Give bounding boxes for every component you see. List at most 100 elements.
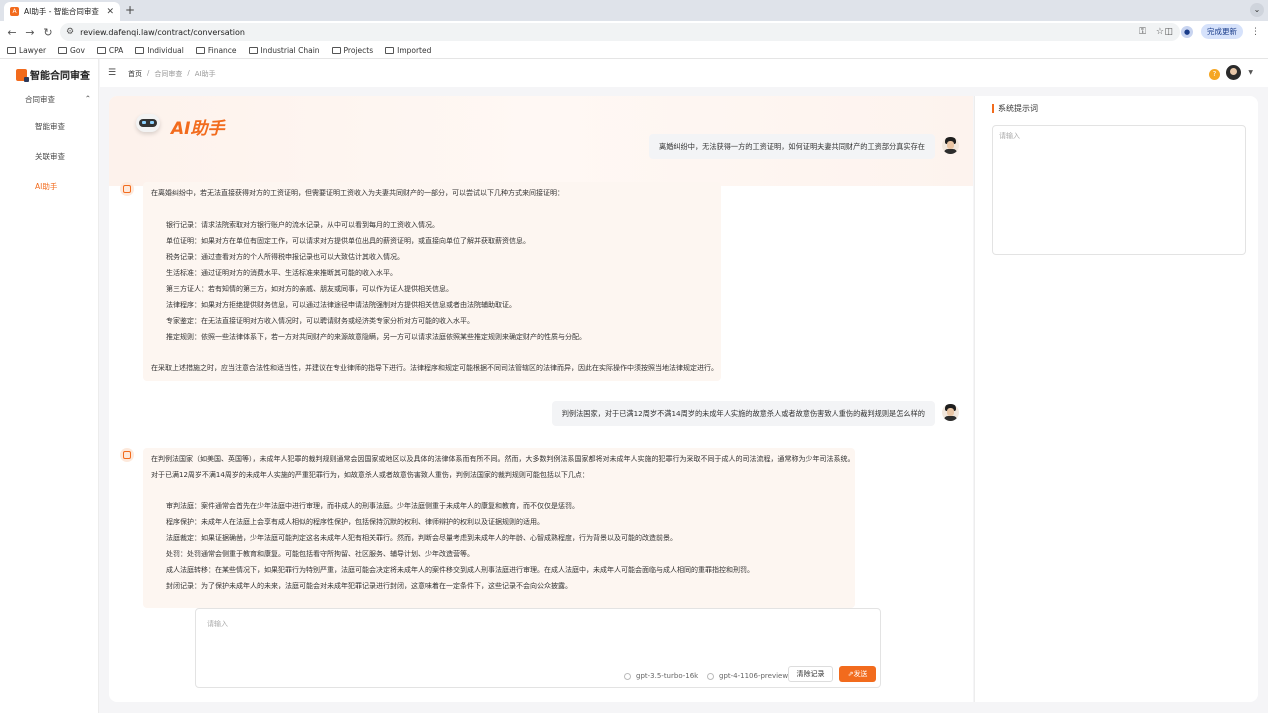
message-line: 成人法庭转移：在某些情况下，如果犯罪行为特别严重，法庭可能会决定将未成年人的案件… <box>166 566 754 574</box>
send-button[interactable]: ⇗发送 <box>839 666 876 682</box>
profile-icon[interactable]: ● <box>1181 25 1193 38</box>
bookmarks-bar: Lawyer Gov CPA Individual Finance Indust… <box>0 43 1268 59</box>
topbar: ☰ 首页 / 合同审查 / AI助手 ? ▼ <box>100 59 1268 87</box>
model-option-gpt35[interactable]: gpt-3.5-turbo-16k <box>624 672 698 680</box>
message-line: 封闭记录：为了保护未成年人的未来，法庭可能会对未成年犯罪记录进行封闭，这意味着在… <box>166 582 572 590</box>
user-avatar-icon <box>942 404 959 421</box>
message-line: 银行记录：请求法院索取对方银行账户的流水记录，从中可以看到每月的工资收入情况。 <box>166 221 439 229</box>
message-line: 生活标准：通过证明对方的消费水平、生活标准来推断其可能的收入水平。 <box>166 269 397 277</box>
message-line: 处罚：处罚通常会侧重于教育和康复。可能包括看守所拘留、社区服务、辅导计划、少年改… <box>166 550 474 558</box>
message-line: 在离婚纠纷中，若无法直接获得对方的工资证明，但需要证明工资收入为夫妻共同财产的一… <box>151 189 564 197</box>
model-option-label: gpt-4-1106-preview <box>719 672 789 680</box>
help-icon[interactable]: ? <box>1209 69 1220 80</box>
sidebar: 智能合同审查 合同审查 ⌃ 智能审查 关联审查 AI助手 <box>0 59 99 713</box>
tab-title: AI助手 - 智能合同审查 <box>24 7 99 16</box>
model-option-gpt4[interactable]: gpt-4-1106-preview <box>707 672 788 680</box>
folder-icon <box>58 47 68 54</box>
user-message: 判例法国家，对于已满12周岁不满14周岁的未成年人实施的故意杀人或者故意伤害致人… <box>551 401 935 426</box>
bookmark-label: Projects <box>343 46 374 55</box>
sidebar-item-ai-assistant[interactable]: AI助手 <box>35 181 57 192</box>
panel-title: 系统提示词 <box>992 104 1038 113</box>
breadcrumb-contract-review[interactable]: 合同审查 <box>154 69 182 79</box>
robot-icon <box>133 108 163 136</box>
password-key-icon[interactable]: ⚿ <box>1139 27 1146 37</box>
message-line: 在采取上述措施之时，应当注意合法性和适当性，并建议在专业律师的指导下进行。法律程… <box>151 364 718 372</box>
bookmark-folder[interactable]: Lawyer <box>7 46 46 55</box>
bookmark-label: Gov <box>70 46 85 55</box>
message-line: 审判法庭：案件通常会首先在少年法庭中进行审理，而非成人的刑事法庭。少年法庭侧重于… <box>166 502 579 510</box>
avatar[interactable] <box>1226 65 1241 80</box>
radio-icon[interactable] <box>707 672 714 680</box>
system-prompt-panel: 系统提示词 请输入 <box>974 96 1258 702</box>
bookmark-folder[interactable]: Gov <box>58 46 85 55</box>
breadcrumb-current: AI助手 <box>194 70 216 78</box>
breadcrumb-home[interactable]: 首页 <box>128 69 142 79</box>
browser-tabstrip: A AI助手 - 智能合同审查 ✕ + ⌄ <box>0 0 1268 21</box>
site-settings-icon[interactable]: ⚙ <box>66 27 74 37</box>
menu-toggle-icon[interactable]: ☰ <box>108 68 116 78</box>
sidebar-group-label: 合同审查 <box>25 95 55 104</box>
bookmark-label: Imported <box>397 46 432 55</box>
folder-icon <box>135 47 145 54</box>
clear-history-button[interactable]: 清除记录 <box>788 666 833 682</box>
breadcrumb: 首页 / 合同审查 / AI助手 <box>128 69 216 79</box>
sidebar-item-related-review[interactable]: 关联审查 <box>35 151 65 162</box>
app-root: 智能合同审查 合同审查 ⌃ 智能审查 关联审查 AI助手 ☰ 首页 / 合同审查… <box>0 59 1268 713</box>
sidebar-group-contract-review[interactable]: 合同审查 ⌃ <box>25 94 91 105</box>
reload-icon[interactable]: ↻ <box>39 26 57 39</box>
address-bar[interactable]: ⚙ review.dafenqi.law/contract/conversati… <box>60 23 1180 41</box>
user-avatar-icon <box>942 137 959 154</box>
send-label: 发送 <box>853 670 868 678</box>
browser-tab[interactable]: A AI助手 - 智能合同审查 ✕ <box>4 2 120 21</box>
system-prompt-placeholder[interactable]: 请输入 <box>999 131 1020 141</box>
breadcrumb-separator: / <box>187 69 190 77</box>
folder-icon <box>248 47 258 54</box>
assistant-avatar-icon <box>120 448 134 462</box>
bookmark-label: CPA <box>108 46 124 55</box>
message-line: 对于已满12周岁不满14周岁的未成年人实施的严重犯罪行为，如故意杀人或者故意伤害… <box>151 471 589 479</box>
chat-title: AI助手 <box>171 119 225 139</box>
bookmark-folder[interactable]: Finance <box>195 46 237 55</box>
bookmark-folder[interactable]: Imported <box>385 46 431 55</box>
radio-icon[interactable] <box>624 672 631 680</box>
new-tab-button[interactable]: + <box>125 3 135 17</box>
folder-icon <box>96 47 106 54</box>
bookmark-folder[interactable]: CPA <box>96 46 124 55</box>
chevron-up-icon: ⌃ <box>84 94 91 103</box>
folder-icon <box>331 47 341 54</box>
message-line: 单位证明：如果对方在单位有固定工作，可以请求对方提供单位出具的薪资证明，或直接向… <box>166 237 530 245</box>
assistant-avatar-icon <box>120 182 134 196</box>
caret-down-icon[interactable]: ▼ <box>1248 69 1253 76</box>
system-prompt-input[interactable]: 请输入 <box>992 125 1246 255</box>
side-panel-icon[interactable]: ◫ <box>1164 27 1173 37</box>
back-icon[interactable]: ← <box>3 26 21 39</box>
bookmark-folder[interactable]: Industrial Chain <box>248 46 320 55</box>
app-logo[interactable]: 智能合同审查 <box>16 67 90 82</box>
sidebar-item-smart-review[interactable]: 智能审查 <box>35 121 65 132</box>
message-line: 第三方证人：若有知情的第三方，如对方的亲戚、朋友或同事，可以作为证人提供相关信息… <box>166 285 453 293</box>
chevron-down-icon[interactable]: ⌄ <box>1250 3 1264 17</box>
bookmark-label: Lawyer <box>19 46 47 55</box>
message-line: 在判例法国家（如美国、英国等），未成年人犯罪的裁判规则通常会因国家或地区以及具体… <box>151 455 855 463</box>
message-line: 程序保护：未成年人在法庭上会享有成人相似的程序性保护，包括保持沉默的权利、律师辩… <box>166 518 544 526</box>
tab-favicon-icon: A <box>10 7 19 16</box>
forward-icon[interactable]: → <box>21 26 39 39</box>
bookmark-star-icon[interactable]: ☆ <box>1156 27 1164 37</box>
bookmark-folder[interactable]: Individual <box>135 46 184 55</box>
logo-text: 智能合同审查 <box>30 71 90 82</box>
chat-input[interactable]: 请输入 <box>207 619 228 629</box>
kebab-menu-icon[interactable]: ⋮ <box>1251 27 1260 37</box>
bookmark-label: Finance <box>207 46 237 55</box>
user-message: 离婚纠纷中，无法获得一方的工资证明，如何证明夫妻共同财产的工资部分真实存在 <box>649 134 935 159</box>
bookmark-folder[interactable]: Projects <box>331 46 374 55</box>
close-icon[interactable]: ✕ <box>106 7 114 17</box>
chat-panel: AI助手 离婚纠纷中，无法获得一方的工资证明，如何证明夫妻共同财产的工资部分真实… <box>109 96 973 702</box>
message-line: 专家鉴定：在无法直接证明对方收入情况时，可以聘请财务或经济类专家分析对方可能的收… <box>166 317 474 325</box>
update-button[interactable]: 完成更新 <box>1201 24 1243 39</box>
chat-input-box[interactable]: 请输入 gpt-3.5-turbo-16k gpt-4-1106-preview… <box>195 608 881 688</box>
breadcrumb-separator: / <box>147 69 150 77</box>
message-line: 推定规则：依照一些法律体系下，若一方对共同财产的来源故意隐瞒，另一方可以请求法庭… <box>166 333 586 341</box>
address-url[interactable]: review.dafenqi.law/contract/conversation <box>80 28 245 37</box>
folder-icon <box>385 47 395 54</box>
assistant-message: 在离婚纠纷中，若无法直接获得对方的工资证明，但需要证明工资收入为夫妻共同财产的一… <box>143 182 721 381</box>
